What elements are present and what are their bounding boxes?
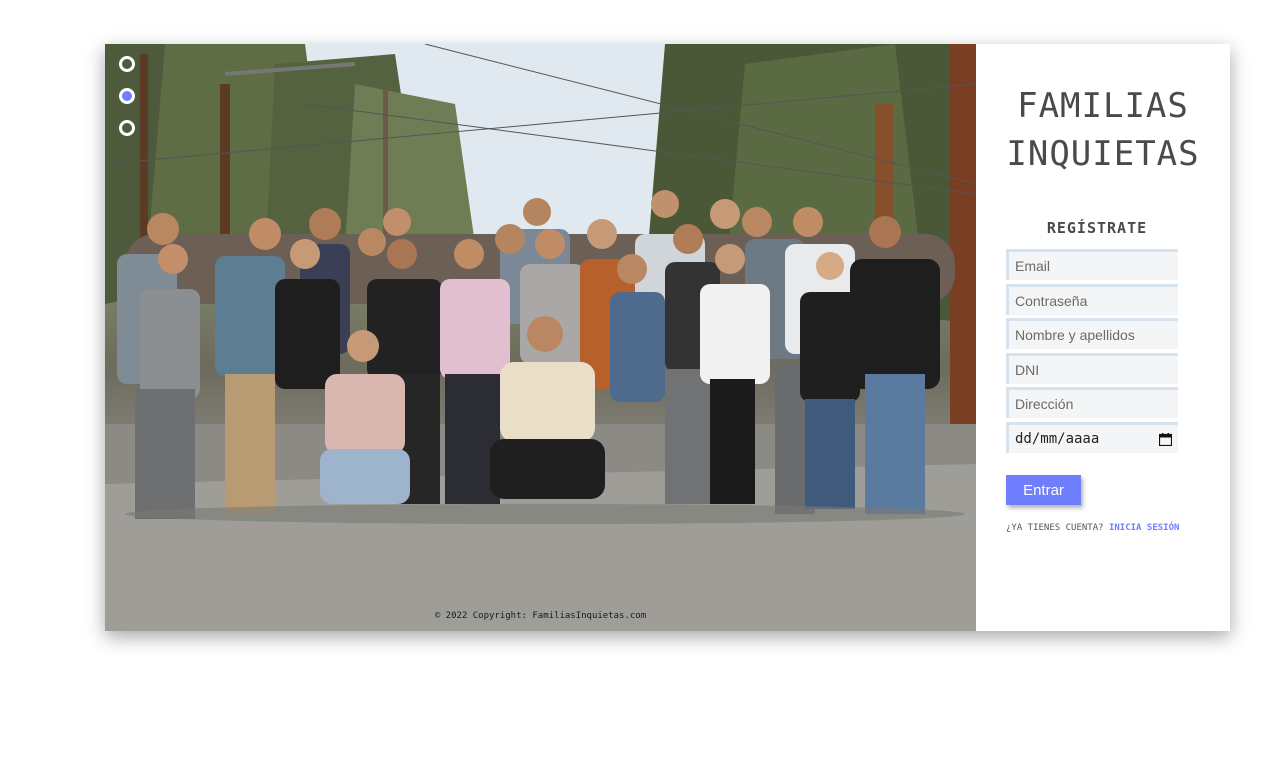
carousel-dot-1[interactable] bbox=[119, 56, 135, 72]
calendar-icon[interactable] bbox=[1158, 432, 1173, 446]
brand-title: FAMILIAS INQUIETAS bbox=[976, 82, 1230, 178]
carousel-indicators bbox=[119, 56, 143, 152]
register-panel: FAMILIAS INQUIETAS REGÍSTRATE dd/mm/aaaa… bbox=[976, 44, 1230, 631]
fullname-field[interactable] bbox=[1006, 318, 1178, 349]
date-placeholder: dd/mm/aaaa bbox=[1015, 431, 1100, 447]
carousel-dot-2-active[interactable] bbox=[119, 88, 135, 104]
login-link[interactable]: INICIA SESIÓN bbox=[1109, 523, 1179, 533]
birthdate-field[interactable]: dd/mm/aaaa bbox=[1006, 422, 1178, 453]
login-prompt-text: ¿YA TIENES CUENTA? bbox=[1006, 523, 1104, 533]
carousel-dot-3[interactable] bbox=[119, 120, 135, 136]
dni-field[interactable] bbox=[1006, 353, 1178, 384]
main-card: © 2022 Copyright: FamiliasInquietas.com … bbox=[105, 44, 1230, 631]
register-heading: REGÍSTRATE bbox=[1046, 219, 1148, 237]
password-field[interactable] bbox=[1006, 284, 1178, 315]
login-prompt: ¿YA TIENES CUENTA? INICIA SESIÓN bbox=[1006, 523, 1179, 533]
address-field[interactable] bbox=[1006, 387, 1178, 418]
photo-illustration bbox=[105, 44, 976, 631]
email-field[interactable] bbox=[1006, 249, 1178, 280]
copyright-text: © 2022 Copyright: FamiliasInquietas.com bbox=[434, 611, 647, 621]
submit-button[interactable]: Entrar bbox=[1006, 475, 1081, 505]
brand-line-2: INQUIETAS bbox=[1006, 134, 1200, 174]
brand-line-1: FAMILIAS bbox=[1017, 86, 1189, 126]
group-photo: © 2022 Copyright: FamiliasInquietas.com bbox=[105, 44, 976, 631]
